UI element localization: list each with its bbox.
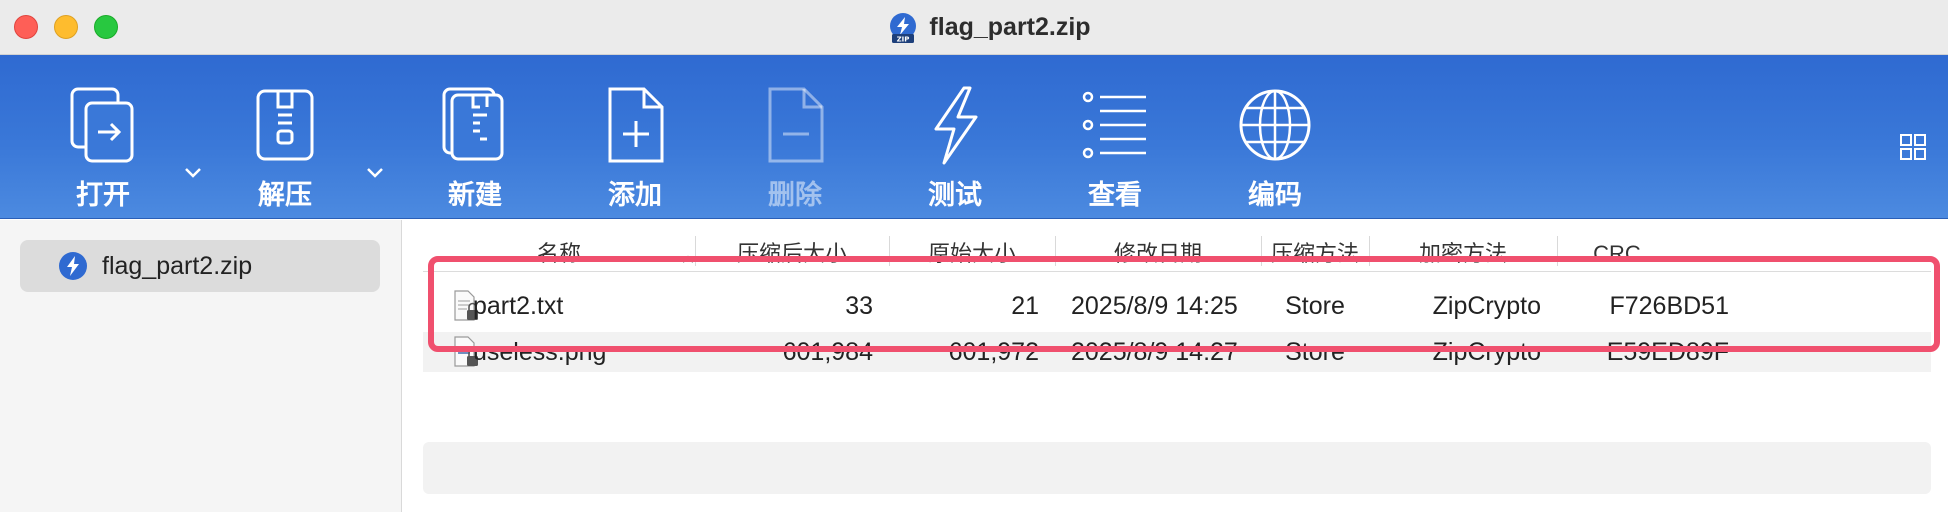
table-row[interactable]: useless.png 601,984 601,972 2025/8/9 14:… bbox=[423, 332, 1931, 372]
file-encryption-method: ZipCrypto bbox=[1432, 338, 1541, 366]
delete-file-button[interactable]: 删除 bbox=[750, 55, 840, 219]
new-archive-label: 新建 bbox=[448, 180, 502, 210]
empty-list-area bbox=[423, 442, 1931, 494]
extract-options-chevron-down-icon[interactable] bbox=[366, 167, 384, 179]
open-options-chevron-down-icon[interactable] bbox=[184, 167, 202, 179]
globe-icon bbox=[1239, 89, 1311, 161]
view-label: 查看 bbox=[1088, 180, 1142, 210]
add-file-button[interactable]: 添加 bbox=[590, 55, 680, 219]
encoding-button[interactable]: 编码 bbox=[1230, 55, 1320, 219]
file-encryption-method: ZipCrypto bbox=[1432, 292, 1541, 320]
file-compression-method: Store bbox=[1285, 292, 1345, 320]
file-crc: F726BD51 bbox=[1609, 292, 1729, 320]
add-file-icon bbox=[608, 87, 664, 163]
sidebar: flag_part2.zip bbox=[0, 220, 402, 512]
file-original-size: 21 bbox=[1011, 292, 1039, 320]
sort-ascending-icon bbox=[682, 255, 694, 263]
grid-layout-icon[interactable] bbox=[1899, 133, 1927, 161]
extract-button[interactable]: 解压 bbox=[240, 55, 330, 219]
toolbar: 打开 解压 新建 添加 删除 测试 查看 编码 bbox=[0, 55, 1948, 219]
sidebar-item-archive[interactable]: flag_part2.zip bbox=[20, 240, 380, 292]
new-archive-icon bbox=[442, 87, 504, 161]
column-header-encryption-method[interactable]: 加密方法 bbox=[1369, 232, 1557, 272]
encoding-label: 编码 bbox=[1248, 180, 1302, 210]
zip-archive-icon bbox=[59, 252, 87, 280]
test-button[interactable]: 测试 bbox=[910, 55, 1000, 219]
file-list: 名称 压缩后大小 原始大小 修改日期 压缩方法 加密方法 CRC part2.t… bbox=[403, 220, 1948, 512]
open-icon bbox=[70, 87, 134, 163]
table-header: 名称 压缩后大小 原始大小 修改日期 压缩方法 加密方法 CRC bbox=[423, 232, 1931, 272]
title-bar: ZIP flag_part2.zip bbox=[0, 0, 1948, 55]
window-title: flag_part2.zip bbox=[929, 13, 1091, 41]
delete-file-label: 删除 bbox=[768, 180, 822, 210]
file-compressed-size: 601,984 bbox=[782, 338, 873, 366]
column-header-crc[interactable]: CRC bbox=[1557, 232, 1677, 272]
column-header-compression-method[interactable]: 压缩方法 bbox=[1261, 232, 1369, 272]
file-compression-method: Store bbox=[1285, 338, 1345, 366]
list-view-icon bbox=[1082, 91, 1146, 159]
file-name: part2.txt bbox=[473, 292, 564, 320]
column-header-compressed-size[interactable]: 压缩后大小 bbox=[695, 232, 889, 272]
add-file-label: 添加 bbox=[608, 180, 662, 210]
extract-label: 解压 bbox=[258, 180, 312, 210]
open-label: 打开 bbox=[76, 180, 130, 210]
delete-file-icon bbox=[768, 87, 824, 163]
column-header-original-size[interactable]: 原始大小 bbox=[889, 232, 1055, 272]
new-archive-button[interactable]: 新建 bbox=[430, 55, 520, 219]
lightning-icon bbox=[934, 86, 978, 165]
column-header-modified-date[interactable]: 修改日期 bbox=[1055, 232, 1261, 272]
file-name: useless.png bbox=[473, 338, 607, 366]
svg-text:ZIP: ZIP bbox=[897, 35, 910, 43]
file-modified-date: 2025/8/9 14:25 bbox=[1071, 292, 1238, 320]
file-original-size: 601,972 bbox=[948, 338, 1039, 366]
table-row[interactable]: part2.txt 33 21 2025/8/9 14:25 Store Zip… bbox=[423, 280, 1931, 332]
file-modified-date: 2025/8/9 14:27 bbox=[1071, 338, 1238, 366]
sidebar-item-label: flag_part2.zip bbox=[102, 251, 253, 280]
zip-archive-icon: ZIP bbox=[890, 12, 917, 43]
open-button[interactable]: 打开 bbox=[58, 55, 148, 219]
extract-icon bbox=[256, 89, 314, 161]
file-compressed-size: 33 bbox=[845, 292, 873, 320]
test-label: 测试 bbox=[928, 180, 982, 210]
file-crc: E59ED89F bbox=[1606, 338, 1729, 366]
column-header-name[interactable]: 名称 bbox=[423, 232, 695, 272]
view-button[interactable]: 查看 bbox=[1070, 55, 1160, 219]
